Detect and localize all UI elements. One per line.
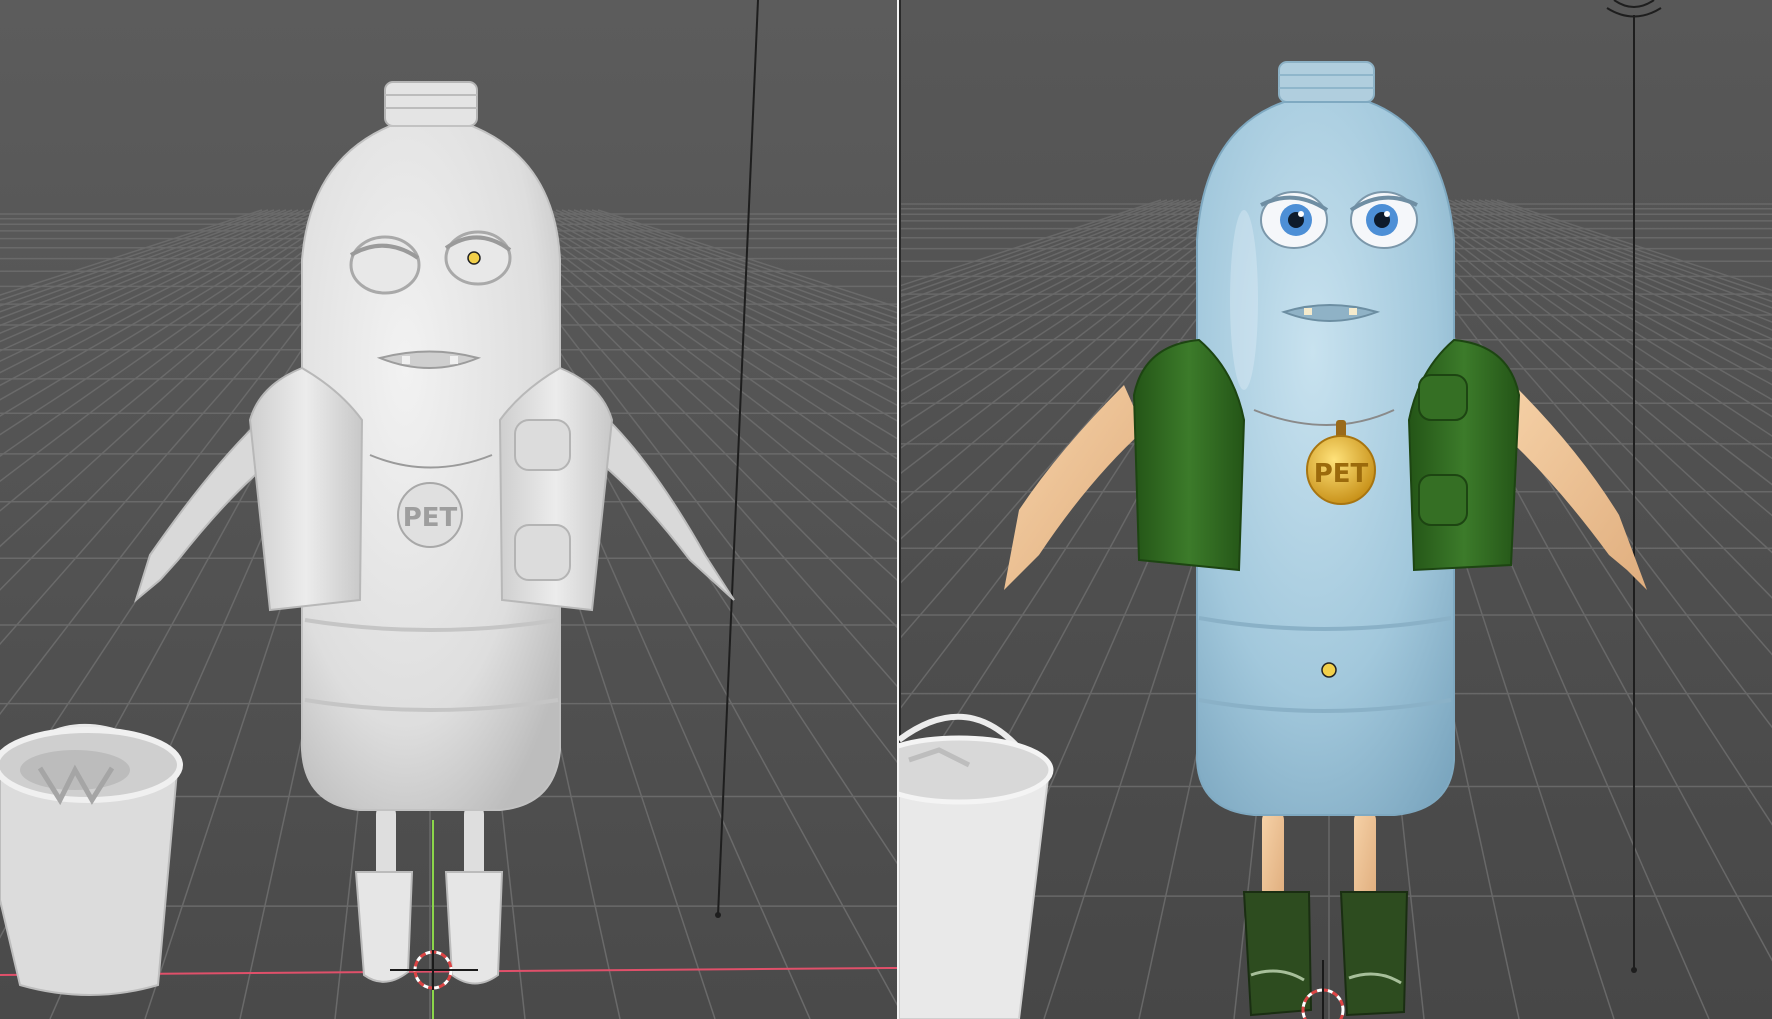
viewport-material-canvas[interactable]: PET (899, 0, 1772, 1019)
object-origin-dot (1321, 662, 1337, 678)
viewport-solid-canvas[interactable]: PET (0, 0, 897, 1019)
viewport-solid[interactable]: PET (0, 0, 897, 1019)
light-helper-end (1631, 967, 1637, 973)
viewport-material[interactable]: PET (899, 0, 1772, 1019)
object-origin-dot (467, 251, 481, 265)
light-helper-end (715, 912, 721, 918)
medal-label: PET (403, 503, 458, 533)
medal-label: PET (1314, 459, 1369, 489)
bucket-model[interactable] (0, 723, 183, 996)
screenshot-root: PET PET (0, 0, 1772, 1019)
